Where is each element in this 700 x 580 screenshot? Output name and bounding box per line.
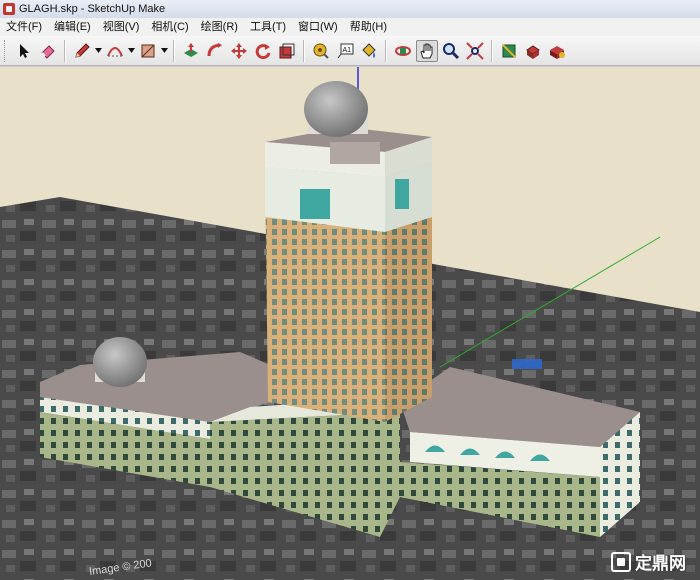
rectangle-tool-button[interactable]: [137, 40, 159, 62]
watermark-logo-icon: [611, 551, 631, 572]
menu-window[interactable]: 窗口(W): [292, 18, 344, 36]
watermark-text: 定鼎网: [635, 554, 686, 573]
line-tool-button[interactable]: [71, 40, 93, 62]
tape-measure-tool-button[interactable]: [310, 40, 332, 62]
tape-measure-icon: [313, 43, 329, 59]
toolbar-separator: [385, 39, 387, 62]
paint-bucket-icon: [362, 42, 376, 58]
title-bar: GLAGH.skp - SketchUp Make: [0, 0, 700, 19]
follow-me-icon: [207, 42, 222, 56]
warehouse-tool-button[interactable]: [498, 40, 520, 62]
zoom-extents-tool-button[interactable]: [464, 40, 486, 62]
blue-marker: [512, 359, 542, 369]
window-title: GLAGH.skp - SketchUp Make: [19, 3, 166, 15]
line-tool-dropdown[interactable]: [94, 40, 103, 62]
menu-camera[interactable]: 相机(C): [145, 18, 194, 36]
arc-tool-dropdown[interactable]: [127, 40, 136, 62]
arrow-cursor-icon: [20, 43, 29, 58]
chevron-down-icon: [161, 48, 168, 53]
small-dome: [93, 337, 147, 387]
menu-file[interactable]: 文件(F): [0, 18, 48, 36]
move-tool-button[interactable]: [228, 40, 250, 62]
extension-warehouse-tool-button[interactable]: [546, 40, 568, 62]
menu-bar: 文件(F) 编辑(E) 视图(V) 相机(C) 绘图(R) 工具(T) 窗口(W…: [0, 18, 700, 36]
chevron-down-icon: [95, 48, 102, 53]
site-watermark: 定鼎网: [611, 549, 686, 574]
arc-icon: [107, 46, 123, 56]
zoom-extents-icon: [466, 41, 484, 60]
sketchup-app-icon: [3, 3, 15, 15]
select-tool-button[interactable]: [13, 40, 35, 62]
text-tool-glyph: A1: [343, 47, 352, 54]
follow-me-tool-button[interactable]: [204, 40, 226, 62]
scene-canvas: [0, 67, 700, 580]
push-pull-icon: [184, 42, 198, 57]
extension-icon: [550, 45, 565, 59]
toolbar-separator: [303, 39, 305, 62]
menu-draw[interactable]: 绘图(R): [195, 18, 244, 36]
text-tool-button[interactable]: A1: [334, 40, 356, 62]
share-model-tool-button[interactable]: [522, 40, 544, 62]
hand-icon: [420, 43, 433, 58]
toolbar-separator: [173, 39, 175, 62]
push-pull-tool-button[interactable]: [180, 40, 202, 62]
rectangle-icon: [141, 44, 155, 57]
main-dome: [304, 81, 368, 137]
text-icon: A1: [337, 43, 354, 58]
pencil-icon: [75, 42, 90, 58]
tower-roof-block: [330, 142, 380, 164]
toolbar-separator: [64, 39, 66, 62]
shape-tool-dropdown[interactable]: [160, 40, 169, 62]
arc-tool-button[interactable]: [104, 40, 126, 62]
paint-bucket-tool-button[interactable]: [358, 40, 380, 62]
eraser-icon: [41, 44, 55, 59]
modeling-viewport[interactable]: Image © 200 定鼎网: [0, 67, 700, 580]
tower-teal-window-left: [300, 189, 330, 219]
menu-help[interactable]: 帮助(H): [344, 18, 393, 36]
warehouse-icon: [502, 43, 516, 58]
move-icon: [231, 42, 247, 59]
orbit-tool-button[interactable]: [392, 40, 414, 62]
tower-teal-window-right: [395, 179, 409, 209]
chevron-down-icon: [128, 48, 135, 53]
rotate-tool-button[interactable]: [252, 40, 274, 62]
pan-tool-button[interactable]: [416, 39, 438, 62]
scale-icon: [279, 43, 295, 58]
menu-edit[interactable]: 编辑(E): [48, 18, 97, 36]
magnifier-icon: [443, 42, 460, 59]
eraser-tool-button[interactable]: [37, 40, 59, 62]
menu-tools[interactable]: 工具(T): [244, 18, 292, 36]
toolbar-grip[interactable]: [4, 39, 8, 62]
orbit-icon: [395, 45, 411, 56]
share-model-icon: [526, 44, 540, 59]
toolbar-separator: [491, 39, 493, 62]
menu-view[interactable]: 视图(V): [97, 18, 146, 36]
rotate-icon: [255, 43, 271, 59]
scale-tool-button[interactable]: [276, 40, 298, 62]
main-toolbar: A1: [0, 36, 700, 66]
zoom-tool-button[interactable]: [440, 40, 462, 62]
